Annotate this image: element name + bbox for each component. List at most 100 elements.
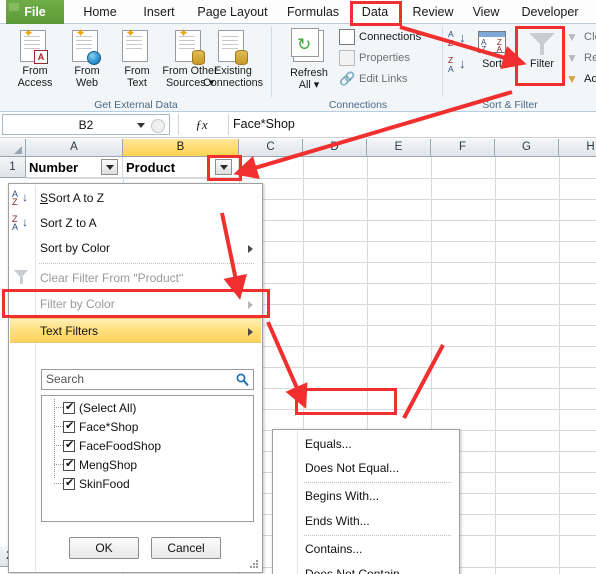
submenu-item-contains[interactable]: Contains... (274, 537, 458, 562)
group-label-sort-filter: Sort & Filter (482, 99, 538, 111)
checkbox-icon[interactable] (63, 457, 75, 471)
tree-line (54, 399, 55, 478)
excel-window: File Home Insert Page Layout Formulas Da… (0, 0, 596, 574)
checkbox-icon[interactable] (63, 438, 75, 452)
checkbox-icon[interactable] (63, 476, 75, 490)
list-item[interactable]: Face*Shop (63, 418, 138, 437)
checkbox-icon[interactable] (63, 400, 75, 414)
sort-icon: AZ ZA (478, 31, 506, 54)
properties-label: Properties (359, 52, 410, 64)
tab-home[interactable]: Home (72, 0, 128, 24)
column-header-c[interactable]: C (239, 139, 303, 157)
menu-item-filter-by-color: Filter by Color (10, 292, 261, 317)
reapply-filter-button: ▼ Reapply (566, 49, 596, 68)
resize-grip[interactable] (250, 560, 259, 569)
tab-page-layout[interactable]: Page Layout (190, 0, 275, 24)
submenu-item-does-not-contain[interactable]: Does Not Contain... (274, 562, 458, 574)
cancel-button[interactable]: Cancel (151, 537, 221, 559)
list-item-label: MengShop (79, 458, 138, 472)
sort-button[interactable]: AZ ZA Sort (470, 27, 514, 95)
menu-item-text-filters-label: Text Filters (40, 324, 99, 338)
access-badge-icon: A (34, 50, 48, 64)
submenu-item-equals[interactable]: Equals... (274, 432, 458, 457)
chevron-right-icon (248, 245, 253, 253)
tab-data[interactable]: Data (351, 0, 399, 24)
filter-dropdown-a1[interactable] (101, 159, 118, 175)
filter-dropdown-panel: A Z ↓ SSort A to Z Z A ↓ Sort Z to A Sor… (8, 183, 263, 573)
column-header-d[interactable]: D (303, 139, 367, 157)
submenu-item-does-not-equal[interactable]: Does Not Equal... (274, 456, 458, 481)
group-label-get-external-data: Get External Data (94, 99, 178, 111)
ribbon-body: ✦ A From Access ✦ From Web ✦ From Text ✦… (0, 24, 596, 112)
tab-insert[interactable]: Insert (133, 0, 185, 24)
sort-label: Sort (482, 58, 502, 70)
list-item-label: Face*Shop (79, 420, 139, 434)
column-header-b[interactable]: B (123, 139, 239, 157)
existing-connections-label-1: Existing (214, 65, 252, 77)
column-header-h[interactable]: H (559, 139, 596, 157)
connections-icon (339, 29, 355, 45)
menu-item-sort-a-to-z[interactable]: SSort A to Z (10, 186, 261, 211)
filter-button[interactable]: Filter (516, 27, 568, 95)
edit-links-icon: 🔗 (339, 71, 356, 86)
column-header-f[interactable]: F (431, 139, 495, 157)
row-header-1[interactable]: 1 (0, 157, 26, 178)
list-item[interactable]: (Select All) (63, 399, 136, 418)
tab-file[interactable]: File (6, 0, 64, 24)
menu-item-text-filters[interactable]: Text Filters (10, 318, 261, 343)
chevron-right-icon (248, 301, 253, 309)
from-text-label-2: Text (127, 77, 147, 89)
refresh-all-button[interactable]: ↻ Refresh All ▾ (281, 27, 337, 95)
submenu-item-begins-with[interactable]: Begins With... (274, 484, 458, 509)
search-placeholder: Search (46, 372, 85, 386)
group-separator (271, 27, 272, 97)
sort-descending-button[interactable]: Z A ↓ (448, 56, 472, 78)
sort-ascending-button[interactable]: A Z ↓ (448, 30, 472, 52)
ribbon-group-sort-filter: A Z ↓ Z A ↓ AZ ZA Sort Filter ▼ Cl ▼ Re … (444, 24, 596, 112)
existing-connections-button[interactable]: Existing Connections (196, 27, 270, 95)
connections-button[interactable]: Connections (339, 28, 421, 47)
column-header-g[interactable]: G (495, 139, 559, 157)
edit-links-label: Edit Links (359, 73, 408, 85)
name-box-collapse-icon[interactable] (151, 119, 165, 133)
tab-view[interactable]: View (465, 0, 507, 24)
select-all-corner[interactable] (0, 139, 26, 157)
tab-formulas[interactable]: Formulas (279, 0, 347, 24)
column-header-e[interactable]: E (367, 139, 431, 157)
submenu-item-ends-with[interactable]: Ends With... (274, 509, 458, 534)
from-access-label-1: From (22, 65, 48, 77)
refresh-all-label-1: Refresh (290, 67, 328, 79)
refresh-all-label-2: All ▾ (298, 79, 320, 91)
advanced-label: Advanced (584, 73, 596, 85)
column-header-a[interactable]: A (26, 139, 123, 157)
filter-value-list[interactable]: (Select All) Face*Shop FaceFoodShop Meng… (41, 395, 254, 522)
sparkle-icon: ✦ (23, 26, 34, 40)
menu-item-clear-filter: Clear Filter From ʺProductʺ (40, 271, 184, 285)
advanced-filter-button[interactable]: ▼ Advanced (566, 70, 596, 89)
ok-button[interactable]: OK (69, 537, 139, 559)
clear-filter-button: ▼ Clear (566, 28, 596, 47)
filter-funnel-icon (529, 33, 555, 55)
formula-input[interactable]: Face*Shop (228, 114, 594, 135)
tree-line (54, 483, 63, 484)
search-icon[interactable] (236, 373, 249, 387)
filter-dropdown-b1[interactable] (215, 159, 232, 175)
tree-line (54, 407, 63, 408)
name-box[interactable]: B2 (2, 114, 170, 135)
from-text-label-1: From (124, 65, 150, 77)
tab-developer[interactable]: Developer (511, 0, 589, 24)
menu-item-sort-z-to-a[interactable]: Sort Z to A (10, 211, 261, 236)
checkbox-icon[interactable] (63, 419, 75, 433)
refresh-all-icon: ↻ (291, 28, 324, 62)
tab-review[interactable]: Review (405, 0, 461, 24)
chevron-down-icon[interactable] (137, 123, 145, 128)
filter-search-box[interactable]: Search (41, 369, 254, 390)
list-item[interactable]: SkinFood (63, 475, 130, 494)
menu-item-sort-a-to-z-label: Sort A to Z (48, 191, 105, 205)
list-item[interactable]: FaceFoodShop (63, 437, 161, 456)
insert-function-icon[interactable]: ƒx (178, 114, 224, 135)
properties-icon (339, 50, 355, 66)
menu-item-sort-by-color[interactable]: Sort by Color (10, 236, 261, 261)
sparkle-icon: ✦ (178, 26, 189, 40)
list-item[interactable]: MengShop (63, 456, 137, 475)
